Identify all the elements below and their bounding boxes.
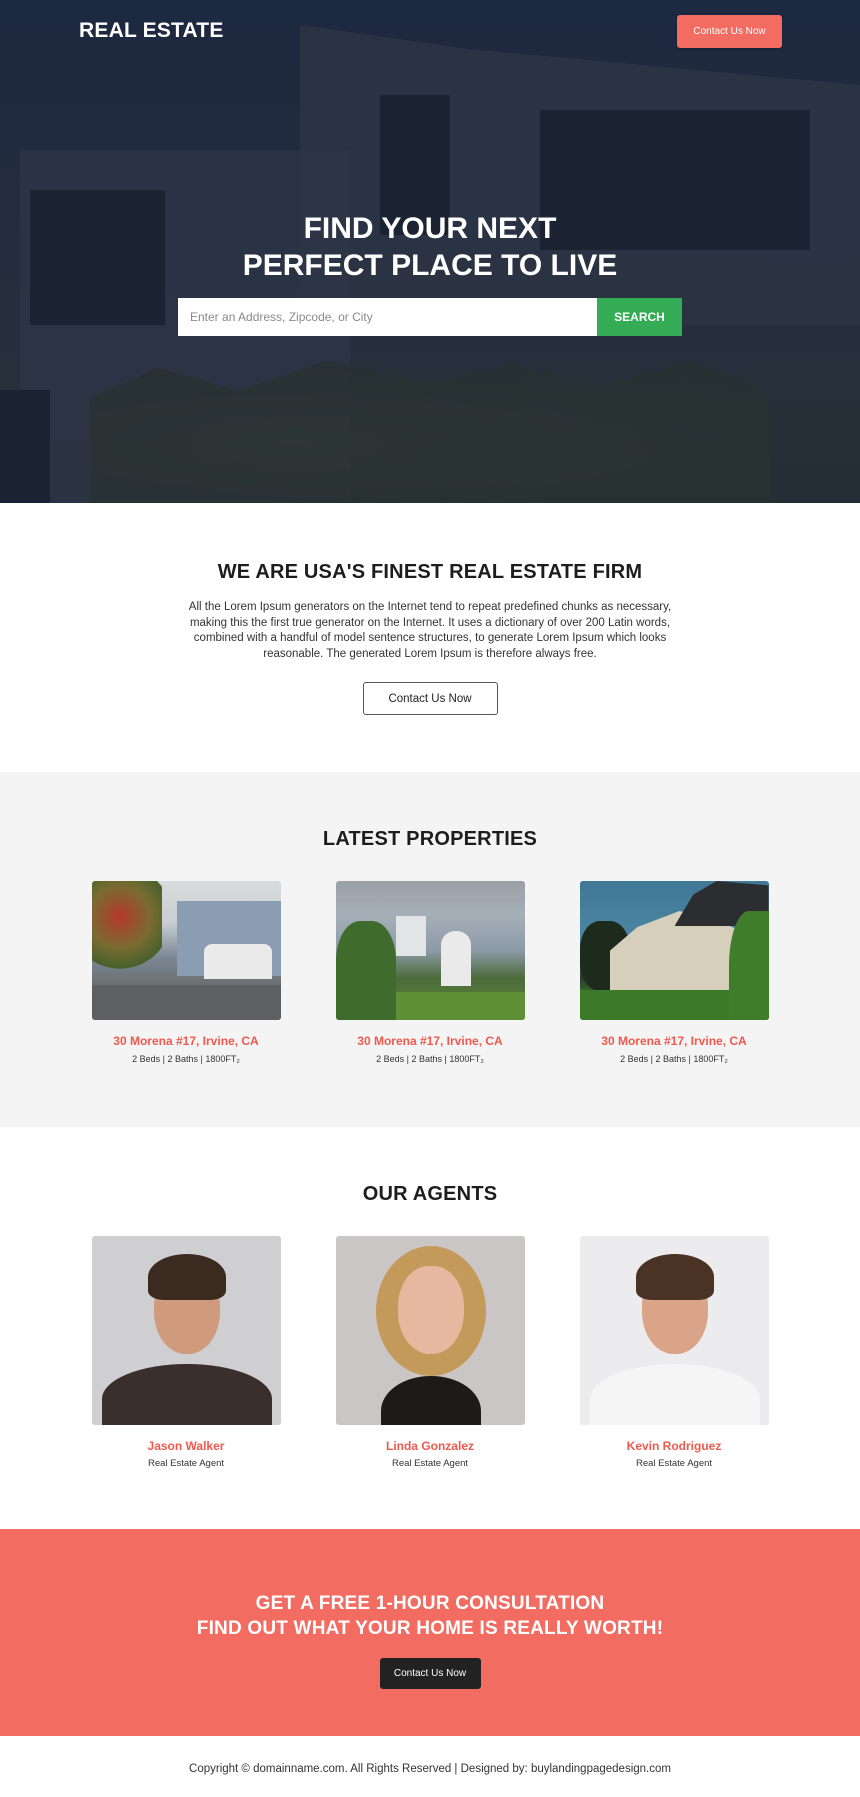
agent-photo [579, 1236, 769, 1425]
about-title: WE ARE USA'S FINEST REAL ESTATE FIRM [217, 561, 643, 583]
property-details: 2 Beds | 2 Baths | 1800FT₂ [132, 1054, 240, 1064]
photo-garage-door [203, 944, 272, 979]
property-card[interactable]: 30 Morena #17, Irvine, CA 2 Beds | 2 Bat… [335, 881, 525, 1064]
photo-hedge [335, 921, 396, 1020]
cta-contact-button[interactable]: Contact Us Now [379, 1658, 481, 1689]
agent-role: Real Estate Agent [147, 1458, 225, 1469]
footer: Copyright © domainname.com. All Rights R… [0, 1736, 860, 1797]
hero-section: REAL ESTATE Contact Us Now FIND YOUR NEX… [0, 0, 860, 503]
top-navbar: REAL ESTATE Contact Us Now [0, 0, 860, 64]
photo-driveway [91, 985, 281, 1020]
logo[interactable]: REAL ESTATE [79, 19, 224, 43]
property-photo[interactable] [335, 881, 525, 1020]
agent-card: Jason Walker Real Estate Agent [91, 1236, 281, 1469]
agent-photo [91, 1236, 281, 1425]
agent-name: Linda Gonzalez [385, 1439, 474, 1453]
property-card[interactable]: 30 Morena #17, Irvine, CA 2 Beds | 2 Bat… [91, 881, 281, 1064]
photo-hair [147, 1254, 226, 1300]
properties-title: LATEST PROPERTIES [322, 828, 538, 850]
agent-card: Kevin Rodriguez Real Estate Agent [579, 1236, 769, 1469]
property-card[interactable]: 30 Morena #17, Irvine, CA 2 Beds | 2 Bat… [579, 881, 769, 1064]
photo-tree [91, 881, 162, 971]
photo-suit [101, 1364, 272, 1425]
property-photo[interactable] [91, 881, 281, 1020]
photo-shrub [728, 911, 769, 1020]
agent-name: Kevin Rodriguez [626, 1439, 722, 1453]
property-address[interactable]: 30 Morena #17, Irvine, CA [92, 1034, 281, 1048]
agent-role: Real Estate Agent [635, 1458, 713, 1469]
property-details: 2 Beds | 2 Baths | 1800FT₂ [376, 1054, 484, 1064]
hero-title-line1: FIND YOUR NEXT [303, 212, 557, 245]
cta-title-line1: GET A FREE 1-HOUR CONSULTATION [255, 1593, 605, 1614]
property-search-form: SEARCH [178, 298, 682, 336]
property-details: 2 Beds | 2 Baths | 1800FT₂ [620, 1054, 728, 1064]
about-section: WE ARE USA'S FINEST REAL ESTATE FIRM All… [0, 503, 860, 772]
agents-title: OUR AGENTS [362, 1183, 498, 1205]
property-photo[interactable] [579, 881, 769, 1020]
agent-name: Jason Walker [147, 1439, 225, 1453]
hero-title: FIND YOUR NEXT PERFECT PLACE TO LIVE [0, 210, 860, 284]
agent-list: Jason Walker Real Estate Agent Linda Gon… [0, 1236, 860, 1469]
photo-hair [635, 1254, 714, 1300]
property-address[interactable]: 30 Morena #17, Irvine, CA [336, 1034, 525, 1048]
consultation-cta-section: GET A FREE 1-HOUR CONSULTATION FIND OUT … [0, 1529, 860, 1736]
latest-properties-section: LATEST PROPERTIES 30 Morena #17, Irvine,… [0, 772, 860, 1127]
photo-shirt [589, 1364, 760, 1425]
property-list: 30 Morena #17, Irvine, CA 2 Beds | 2 Bat… [0, 881, 860, 1064]
our-agents-section: OUR AGENTS Jason Walker Real Estate Agen… [0, 1127, 860, 1529]
photo-window [395, 916, 426, 956]
search-button[interactable]: SEARCH [597, 298, 682, 336]
about-description: All the Lorem Ipsum generators on the In… [188, 601, 672, 660]
photo-front-door [440, 931, 471, 986]
about-contact-button[interactable]: Contact Us Now [362, 682, 498, 715]
hero-title-line2: PERFECT PLACE TO LIVE [242, 249, 618, 282]
cta-title: GET A FREE 1-HOUR CONSULTATION FIND OUT … [0, 1591, 860, 1641]
photo-face [397, 1266, 464, 1354]
agent-photo [335, 1236, 525, 1425]
agent-role: Real Estate Agent [391, 1458, 469, 1469]
photo-dress [380, 1376, 481, 1425]
property-search-input[interactable] [178, 298, 597, 336]
agent-card: Linda Gonzalez Real Estate Agent [335, 1236, 525, 1469]
property-address[interactable]: 30 Morena #17, Irvine, CA [580, 1034, 769, 1048]
header-contact-button[interactable]: Contact Us Now [677, 15, 782, 48]
copyright-text: Copyright © domainname.com. All Rights R… [189, 1763, 671, 1775]
cta-title-line2: FIND OUT WHAT YOUR HOME IS REALLY WORTH! [196, 1618, 664, 1639]
